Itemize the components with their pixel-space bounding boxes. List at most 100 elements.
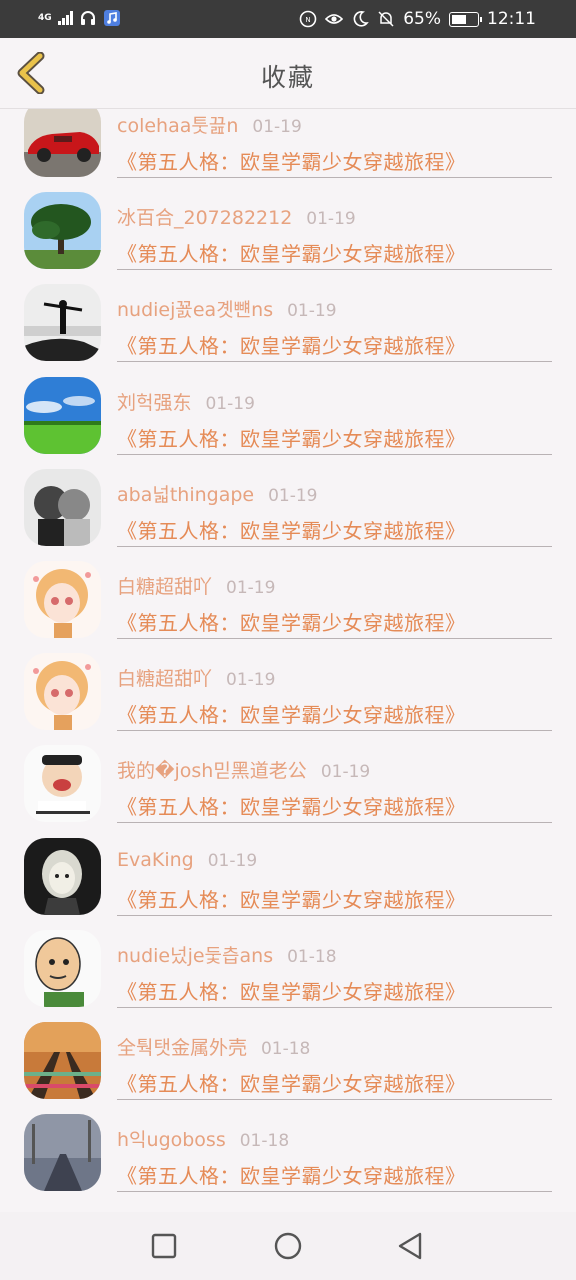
divider bbox=[117, 914, 552, 916]
list-item[interactable]: colehaa툿끒n 01-19 《第五人格：欧皇学霸少女穿越旅程》 bbox=[0, 109, 576, 181]
item-meta: nudie넜je둧츱ans 01-18 bbox=[117, 941, 552, 968]
book-title-link[interactable]: 《第五人格：欧皇学霸少女穿越旅程》 bbox=[117, 884, 466, 913]
list-item[interactable]: aba넓thingape 01-19 《第五人格：欧皇学霸少女穿越旅程》 bbox=[0, 458, 576, 550]
svg-text:N: N bbox=[306, 16, 311, 24]
divider bbox=[117, 1191, 552, 1193]
avatar[interactable] bbox=[24, 561, 101, 638]
item-meta: 全퉉탯金属外壳 01-18 bbox=[117, 1033, 552, 1060]
username[interactable]: aba넓thingape bbox=[117, 484, 254, 506]
status-bar: 4G N 65% 12:11 bbox=[0, 0, 576, 38]
divider bbox=[117, 177, 552, 178]
item-date: 01-19 bbox=[205, 393, 255, 414]
system-navigation-bar bbox=[0, 1212, 576, 1280]
item-meta: 白糖超甜吖 01-19 bbox=[117, 664, 552, 691]
item-date: 01-19 bbox=[320, 762, 371, 783]
home-button[interactable] bbox=[272, 1230, 304, 1262]
avatar[interactable] bbox=[24, 1022, 101, 1099]
username[interactable]: colehaa툿끒n bbox=[117, 115, 238, 137]
list-item[interactable]: 刘헉强东 01-19 《第五人格：欧皇学霸少女穿越旅程》 bbox=[0, 366, 576, 458]
title-bar: 收藏 bbox=[0, 38, 576, 109]
avatar[interactable] bbox=[24, 929, 101, 1007]
item-date: 01-19 bbox=[207, 850, 258, 871]
book-title-link[interactable]: 《第五人格：欧皇学霸少女穿越旅程》 bbox=[117, 146, 466, 175]
username[interactable]: 白糖超甜吖 bbox=[117, 576, 212, 598]
divider bbox=[117, 269, 552, 271]
item-date: 01-19 bbox=[226, 670, 276, 691]
signal-icon bbox=[57, 11, 73, 25]
book-title-link[interactable]: 《第五人格：欧皇学霸少女穿越旅程》 bbox=[117, 699, 466, 728]
book-title-link[interactable]: 《第五人格：欧皇学霸少女穿越旅程》 bbox=[117, 238, 466, 267]
item-meta: colehaa툿끒n 01-19 bbox=[117, 111, 552, 138]
clock: 12:11 bbox=[487, 9, 536, 29]
item-meta: nudiej꾨ea곗뺸ns 01-19 bbox=[117, 295, 552, 322]
username[interactable]: 白糖超甜吖 bbox=[117, 668, 212, 690]
avatar[interactable] bbox=[24, 192, 101, 270]
item-date: 01-19 bbox=[306, 209, 356, 230]
item-date: 01-18 bbox=[239, 1131, 290, 1152]
username[interactable]: 我的�josh믿黑道老公 bbox=[117, 760, 307, 782]
book-title-link[interactable]: 《第五人格：欧皇学霸少女穿越旅程》 bbox=[117, 976, 466, 1005]
book-title-link[interactable]: 《第五人格：欧皇学霸少女穿越旅程》 bbox=[117, 1160, 466, 1189]
divider bbox=[117, 361, 552, 363]
username[interactable]: 全퉉탯金属外壳 bbox=[117, 1037, 247, 1059]
item-meta: h익ugoboss 01-18 bbox=[117, 1125, 552, 1152]
book-title-link[interactable]: 《第五人格：欧皇学霸少女穿越旅程》 bbox=[117, 791, 466, 820]
divider bbox=[117, 453, 552, 455]
list-item[interactable]: 冰百合_207282212 01-19 《第五人格：欧皇学霸少女穿越旅程》 bbox=[0, 181, 576, 273]
book-title-link[interactable]: 《第五人格：欧皇学霸少女穿越旅程》 bbox=[117, 515, 466, 544]
nfc-icon: N bbox=[299, 10, 317, 28]
battery-icon bbox=[449, 11, 482, 27]
item-date: 01-19 bbox=[268, 485, 318, 506]
list-item[interactable]: EvaKing 01-19 《第五人格：欧皇学霸少女穿越旅程》 bbox=[0, 827, 576, 919]
username[interactable]: EvaKing bbox=[117, 849, 194, 871]
item-meta: 冰百合_207282212 01-19 bbox=[117, 203, 552, 230]
item-meta: 我的�josh믿黑道老公 01-19 bbox=[117, 756, 552, 783]
username[interactable]: 刘헉强东 bbox=[117, 392, 191, 414]
headphones-icon bbox=[80, 11, 95, 25]
item-meta: aba넓thingape 01-19 bbox=[117, 480, 552, 507]
list-item[interactable]: nudie넜je둧츱ans 01-18 《第五人格：欧皇学霸少女穿越旅程》 bbox=[0, 919, 576, 1011]
item-date: 01-18 bbox=[260, 1039, 311, 1059]
username[interactable]: 冰百合_207282212 bbox=[117, 207, 292, 229]
avatar[interactable] bbox=[24, 837, 101, 915]
item-date: 01-19 bbox=[226, 578, 276, 598]
username[interactable]: nudie넜je둧츱ans bbox=[117, 945, 273, 967]
divider bbox=[117, 730, 552, 732]
username[interactable]: nudiej꾨ea곗뺸ns bbox=[117, 299, 273, 321]
avatar[interactable] bbox=[24, 284, 101, 362]
avatar[interactable] bbox=[24, 468, 101, 546]
list-item[interactable]: 白糖超甜吖 01-19 《第五人格：欧皇学霸少女穿越旅程》 bbox=[0, 642, 576, 734]
divider bbox=[117, 1099, 552, 1100]
eye-comfort-icon bbox=[325, 14, 344, 24]
recent-apps-button[interactable] bbox=[148, 1230, 180, 1262]
battery-percent: 65% bbox=[403, 9, 441, 29]
network-type-indicator: 4G bbox=[38, 12, 52, 23]
back-button[interactable] bbox=[394, 1230, 426, 1262]
item-meta: 刘헉强东 01-19 bbox=[117, 388, 552, 415]
divider bbox=[117, 1006, 552, 1008]
list-item[interactable]: 全퉉탯金属外壳 01-18 《第五人格：欧皇学霸少女穿越旅程》 bbox=[0, 1011, 576, 1103]
book-title-link[interactable]: 《第五人格：欧皇学霸少女穿越旅程》 bbox=[117, 607, 466, 636]
moon-icon bbox=[353, 11, 369, 27]
book-title-link[interactable]: 《第五人格：欧皇学霸少女穿越旅程》 bbox=[117, 423, 466, 452]
divider bbox=[117, 822, 552, 824]
music-app-icon bbox=[103, 10, 120, 26]
avatar[interactable] bbox=[24, 109, 101, 177]
list-item[interactable]: 我的�josh믿黑道老公 01-19 《第五人格：欧皇学霸少女穿越旅程》 bbox=[0, 734, 576, 826]
page-title: 收藏 bbox=[260, 63, 315, 92]
list-item[interactable]: nudiej꾨ea곗뺸ns 01-19 《第五人格：欧皇学霸少女穿越旅程》 bbox=[0, 273, 576, 365]
list-item[interactable]: h익ugoboss 01-18 《第五人格：欧皇学霸少女穿越旅程》 bbox=[0, 1103, 576, 1195]
favorites-list[interactable]: colehaa툿끒n 01-19 《第五人格：欧皇学霸少女穿越旅程》 冰百合_2072… bbox=[0, 109, 576, 1212]
avatar[interactable] bbox=[24, 376, 101, 454]
item-meta: 白糖超甜吖 01-19 bbox=[117, 572, 552, 599]
avatar[interactable] bbox=[24, 745, 101, 823]
avatar[interactable] bbox=[24, 1114, 101, 1192]
divider bbox=[117, 545, 552, 547]
item-meta: EvaKing 01-19 bbox=[117, 849, 552, 871]
bell-off-icon bbox=[378, 11, 394, 27]
username[interactable]: h익ugoboss bbox=[117, 1129, 226, 1151]
list-item[interactable]: 白糖超甜吖 01-19 《第五人格：欧皇学霸少女穿越旅程》 bbox=[0, 550, 576, 642]
avatar[interactable] bbox=[24, 653, 101, 731]
book-title-link[interactable]: 《第五人格：欧皇学霸少女穿越旅程》 bbox=[117, 1068, 466, 1097]
book-title-link[interactable]: 《第五人格：欧皇学霸少女穿越旅程》 bbox=[117, 330, 466, 359]
